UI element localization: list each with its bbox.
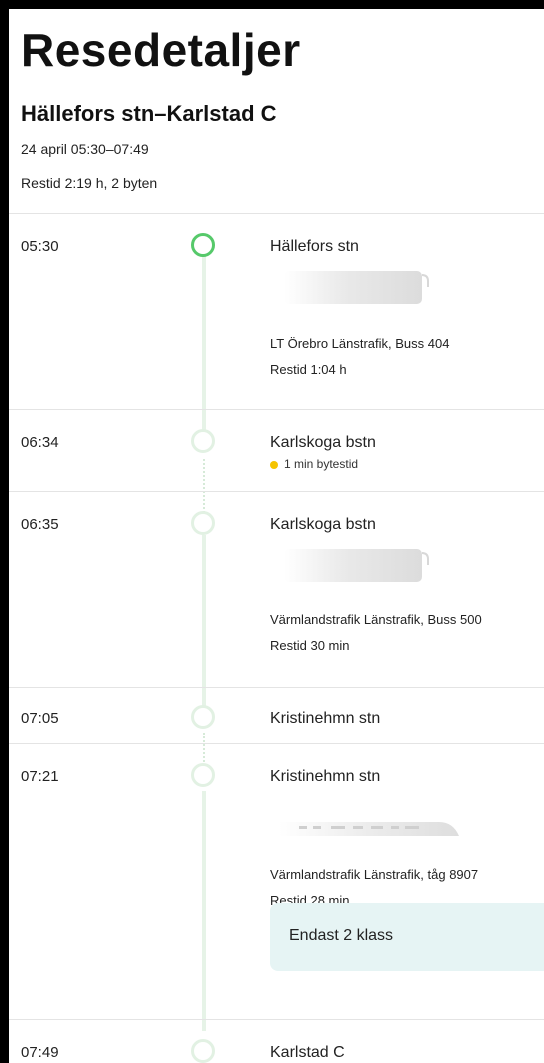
departure-time: 06:35 — [21, 516, 59, 533]
bus-icon — [284, 271, 429, 304]
operator-line: Värmlandstrafik Länstrafik, tåg 8907 — [270, 867, 479, 882]
journey-leg[interactable]: 07:05 Kristinehmn stn — [9, 687, 544, 744]
operator-line: Värmlandstrafik Länstrafik, Buss 500 — [270, 612, 482, 627]
leg-travel-time: Restid 30 min — [270, 638, 350, 653]
journey-leg[interactable]: 06:35 Karlskoga bstn Värmlandstrafik Län… — [9, 491, 544, 688]
transfer-label: 1 min bytestid — [284, 457, 359, 471]
timeline-node — [191, 705, 215, 729]
departure-time: 05:30 — [21, 238, 59, 255]
arrival-time: 06:34 — [21, 434, 59, 451]
notice-text: Endast 2 klass — [289, 927, 394, 944]
timeline-node — [191, 233, 215, 257]
departure-time: 07:21 — [21, 768, 59, 785]
page-title: Resedetaljer — [21, 24, 301, 76]
trip-date: 24 april 05:30–07:49 — [21, 141, 149, 157]
journey-leg[interactable]: 05:30 Hällefors stn LT Örebro Länstrafik… — [9, 213, 544, 410]
journey-leg[interactable]: 06:34 Karlskoga bstn 1 min bytestid — [9, 409, 544, 492]
station-name: Karlskoga bstn — [270, 516, 376, 533]
leg-travel-time: Restid 1:04 h — [270, 362, 347, 377]
timeline-node — [191, 429, 215, 453]
trip-details-panel: Resedetaljer Hällefors stn–Karlstad C 24… — [9, 9, 544, 1063]
station-name: Karlskoga bstn — [270, 434, 376, 451]
station-name: Kristinehmn stn — [270, 710, 381, 727]
timeline-node — [191, 511, 215, 535]
transfer-dot-icon — [270, 460, 278, 469]
station-name: Karlstad C — [270, 1044, 345, 1061]
journey-leg[interactable]: 07:21 Kristinehmn stn Värmlandstrafik Lä… — [9, 743, 544, 1020]
timeline-node — [191, 1039, 215, 1063]
arrival-time: 07:49 — [21, 1044, 59, 1061]
class-notice: Endast 2 klass — [270, 903, 544, 971]
route-title: Hällefors stn–Karlstad C — [21, 101, 277, 126]
station-name: Kristinehmn stn — [270, 768, 381, 785]
bus-icon — [284, 549, 429, 582]
arrival-time: 07:05 — [21, 710, 59, 727]
timeline-node — [191, 763, 215, 787]
trip-duration: Restid 2:19 h, 2 byten — [21, 175, 158, 191]
station-name: Hällefors stn — [270, 238, 359, 255]
transfer-time: 1 min bytestid — [270, 457, 358, 471]
train-icon — [279, 822, 459, 836]
journey-leg[interactable]: 07:49 Karlstad C — [9, 1019, 544, 1063]
operator-line: LT Örebro Länstrafik, Buss 404 — [270, 336, 450, 351]
